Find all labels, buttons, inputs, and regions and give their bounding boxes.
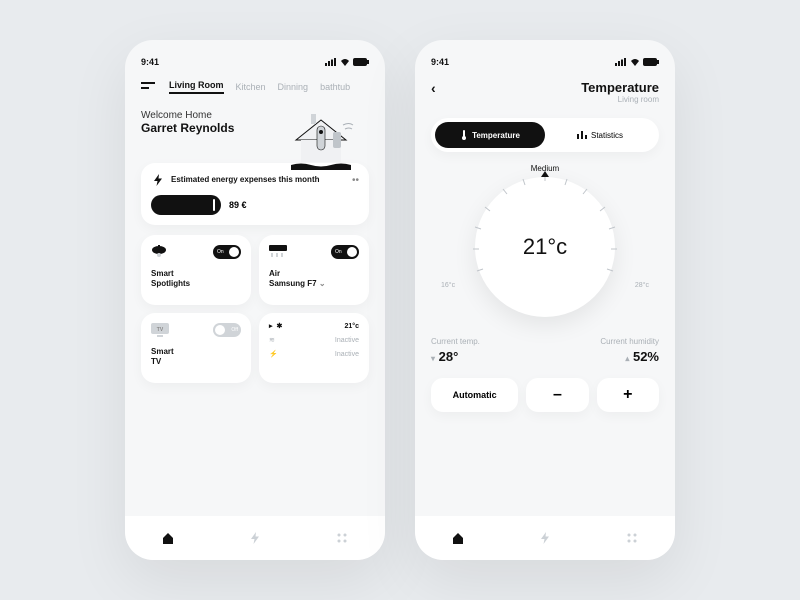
segment-temperature[interactable]: Temperature <box>435 122 545 148</box>
tab-kitchen[interactable]: Kitchen <box>236 82 266 92</box>
status-indicators <box>615 58 659 66</box>
bottom-nav <box>415 516 675 560</box>
status-time: 9:41 <box>141 57 159 67</box>
nav-home[interactable] <box>159 529 177 547</box>
signal-icon <box>615 58 627 66</box>
lamp-icon <box>151 245 167 259</box>
device-air-conditioner[interactable]: On AirSamsung F7 ⌄ <box>259 235 369 305</box>
chevron-down-icon: ⌄ <box>319 279 326 288</box>
current-temp-value: 28° <box>439 349 459 364</box>
energy-progress <box>151 195 221 215</box>
nav-home[interactable] <box>449 529 467 547</box>
current-humidity-label: Current humidity <box>600 337 659 346</box>
current-temp-block: Current temp. ▾ 28° <box>431 337 480 364</box>
more-button[interactable]: •• <box>352 175 359 186</box>
nav-settings[interactable] <box>333 529 351 547</box>
status-time: 9:41 <box>431 57 449 67</box>
automatic-button[interactable]: Automatic <box>431 378 518 412</box>
spotlights-toggle[interactable]: On <box>213 245 241 259</box>
back-button[interactable]: ‹ <box>431 80 436 96</box>
status-indicators <box>325 58 369 66</box>
trend-up-icon: ▴ <box>625 354 629 363</box>
current-humidity-value: 52% <box>633 349 659 364</box>
energy-card[interactable]: Estimated energy expenses this month •• … <box>141 163 369 225</box>
home-icon <box>451 531 465 545</box>
tv-toggle[interactable]: Off <box>213 323 241 337</box>
sliders-icon <box>335 531 349 545</box>
wifi-icon <box>340 58 350 66</box>
dial-range-high: 28°c <box>635 282 649 289</box>
device-tv[interactable]: TV Off SmartTV <box>141 313 251 383</box>
device-spotlights[interactable]: On SmartSpotlights <box>141 235 251 305</box>
segment-control: Temperature Statistics <box>431 118 659 152</box>
energy-value: 89 € <box>229 200 247 210</box>
svg-text:TV: TV <box>157 327 164 333</box>
menu-icon <box>141 82 155 92</box>
temperature-dial-area: Medium 21°c 16°c 28°c <box>431 164 659 317</box>
ac-mode-cool[interactable]: ▸✱ 21°c <box>269 319 359 333</box>
snowflake-icon: ✱ <box>277 322 283 330</box>
bars-icon <box>577 131 587 139</box>
wifi-icon <box>630 58 640 66</box>
ac-mode-power[interactable]: ⚡ Inactive <box>269 347 359 361</box>
segment-statistics[interactable]: Statistics <box>545 122 655 148</box>
battery-icon <box>353 58 369 66</box>
nav-settings[interactable] <box>623 529 641 547</box>
room-tabs: Living Room Kitchen Dinning bathtub <box>141 80 369 94</box>
current-humidity-block: Current humidity ▴ 52% <box>600 337 659 364</box>
bolt-nav-icon <box>538 531 552 545</box>
page-subtitle: Living room <box>581 95 659 104</box>
current-stats: Current temp. ▾ 28° Current humidity ▴ 5… <box>431 337 659 364</box>
tv-icon: TV <box>151 323 169 337</box>
house-illustration <box>281 110 361 170</box>
page-title: Temperature <box>581 80 659 95</box>
bolt-small-icon: ⚡ <box>269 350 278 358</box>
home-icon <box>161 531 175 545</box>
screen-header: ‹ Temperature Living room <box>431 80 659 104</box>
control-buttons: Automatic – + <box>431 378 659 412</box>
bullet-icon: ▸ <box>269 322 273 330</box>
current-temp-label: Current temp. <box>431 337 480 346</box>
ac-icon <box>269 245 287 259</box>
menu-button[interactable] <box>141 82 157 92</box>
thermometer-icon <box>460 130 468 140</box>
tab-bathtub[interactable]: bathtub <box>320 82 350 92</box>
bolt-icon <box>151 173 165 187</box>
status-bar: 9:41 <box>141 54 369 70</box>
device-grid: On SmartSpotlights On AirSamsung F7 ⌄ TV… <box>141 235 369 383</box>
nav-energy[interactable] <box>536 529 554 547</box>
bottom-nav <box>125 516 385 560</box>
temperature-screen: 9:41 ‹ Temperature Living room Temperatu… <box>415 40 675 560</box>
trend-down-icon: ▾ <box>431 354 435 363</box>
tab-dinning[interactable]: Dinning <box>278 82 309 92</box>
tab-living-room[interactable]: Living Room <box>169 80 224 94</box>
dial-ticks <box>467 169 623 325</box>
battery-icon <box>643 58 659 66</box>
ac-toggle[interactable]: On <box>331 245 359 259</box>
signal-icon <box>325 58 337 66</box>
decrease-button[interactable]: – <box>526 378 588 412</box>
nav-energy[interactable] <box>246 529 264 547</box>
dial-pointer-icon <box>541 171 549 177</box>
status-bar: 9:41 <box>431 54 659 70</box>
increase-button[interactable]: + <box>597 378 659 412</box>
home-screen: 9:41 Living Room Kitchen Dinning bathtub… <box>125 40 385 560</box>
sliders-icon <box>625 531 639 545</box>
energy-desc: Estimated energy expenses this month <box>171 175 346 185</box>
dial-range-low: 16°c <box>441 282 455 289</box>
temperature-dial[interactable]: 21°c <box>475 177 615 317</box>
bolt-nav-icon <box>248 531 262 545</box>
ac-mode-list: ▸✱ 21°c ≋ Inactive ⚡ Inactive <box>259 313 369 383</box>
fan-icon: ≋ <box>269 336 275 344</box>
ac-mode-fan[interactable]: ≋ Inactive <box>269 333 359 347</box>
